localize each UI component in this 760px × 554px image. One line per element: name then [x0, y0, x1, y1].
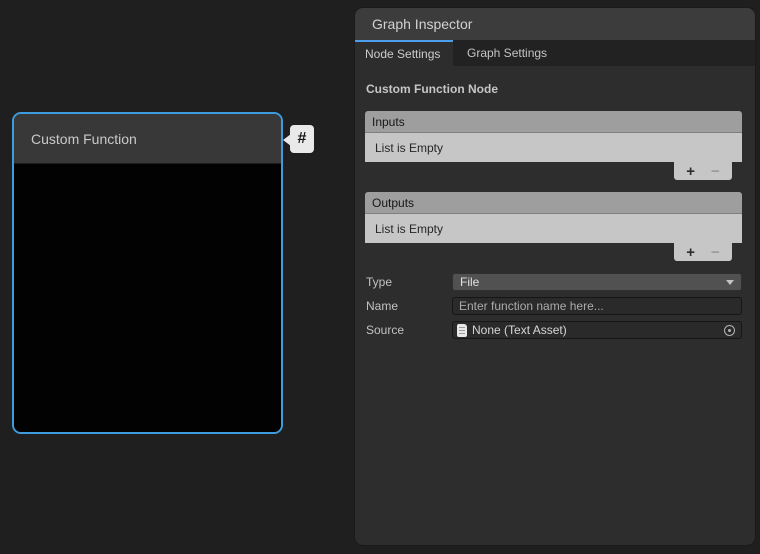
source-row: Source None (Text Asset): [365, 321, 742, 339]
hash-icon: #: [290, 125, 314, 153]
outputs-add-button[interactable]: +: [686, 245, 695, 260]
tab-node-settings[interactable]: Node Settings: [355, 40, 453, 66]
source-label: Source: [365, 323, 452, 337]
custom-function-node[interactable]: Custom Function: [12, 112, 283, 434]
properties-section: Type File Name Source None (Text Asset): [365, 273, 742, 339]
chevron-down-icon: [726, 280, 734, 285]
inputs-empty-label: List is Empty: [375, 141, 443, 155]
panel-header: Graph Inspector: [355, 8, 755, 40]
inputs-footer-box: + −: [674, 162, 732, 180]
type-dropdown-value: File: [460, 275, 479, 289]
inputs-list-header: Inputs: [365, 111, 742, 133]
outputs-empty-label: List is Empty: [375, 222, 443, 236]
outputs-empty-row: List is Empty: [365, 214, 742, 243]
inputs-list-title: Inputs: [372, 115, 405, 129]
function-name-input[interactable]: [452, 297, 742, 315]
panel-title: Graph Inspector: [372, 16, 472, 32]
inputs-add-button[interactable]: +: [686, 164, 695, 179]
graph-inspector-panel: Graph Inspector Node Settings Graph Sett…: [355, 8, 755, 545]
tab-bar: Node Settings Graph Settings: [355, 40, 755, 66]
type-row: Type File: [365, 273, 742, 291]
tab-node-settings-label: Node Settings: [365, 47, 440, 61]
name-label: Name: [365, 299, 452, 313]
inputs-empty-row: List is Empty: [365, 133, 742, 162]
outputs-list-header: Outputs: [365, 192, 742, 214]
node-title-bar[interactable]: Custom Function: [14, 114, 281, 164]
outputs-list-footer: + −: [365, 243, 742, 261]
source-object-value: None (Text Asset): [472, 323, 567, 337]
outputs-remove-button[interactable]: −: [711, 245, 720, 260]
inputs-remove-button[interactable]: −: [711, 164, 720, 179]
type-label: Type: [365, 275, 452, 289]
panel-body: Custom Function Node Inputs List is Empt…: [355, 66, 755, 339]
type-dropdown[interactable]: File: [452, 273, 742, 291]
inputs-list-footer: + −: [365, 162, 742, 180]
inputs-list: Inputs List is Empty + −: [365, 111, 742, 180]
source-object-field[interactable]: None (Text Asset): [452, 321, 742, 339]
node-hash-badge[interactable]: #: [283, 125, 315, 154]
outputs-list-title: Outputs: [372, 196, 414, 210]
node-title: Custom Function: [31, 131, 137, 147]
text-asset-icon: [457, 324, 467, 337]
tab-graph-settings-label: Graph Settings: [467, 46, 547, 60]
name-row: Name: [365, 297, 742, 315]
node-preview: [14, 164, 281, 434]
tab-graph-settings[interactable]: Graph Settings: [453, 40, 561, 66]
outputs-list: Outputs List is Empty + −: [365, 192, 742, 261]
object-picker-icon[interactable]: [724, 325, 735, 336]
section-heading: Custom Function Node: [366, 82, 742, 96]
outputs-footer-box: + −: [674, 243, 732, 261]
